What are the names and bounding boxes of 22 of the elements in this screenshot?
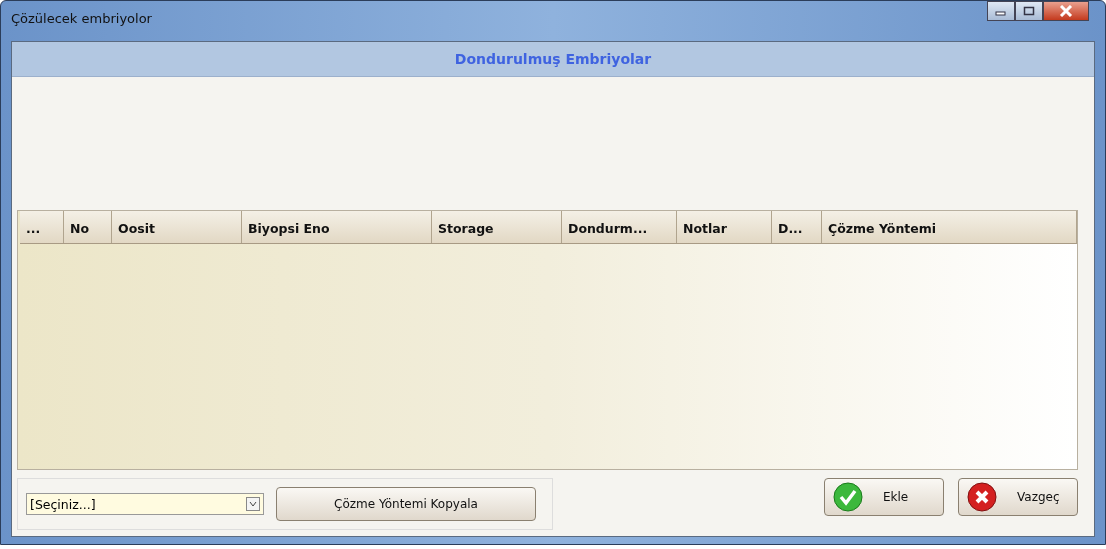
column-header[interactable]: Çözme Yöntemi [822,211,1077,243]
copy-method-button[interactable]: Çözme Yöntemi Kopyala [276,487,536,521]
column-header[interactable]: Notlar [677,211,772,243]
close-icon [1059,5,1073,17]
column-header[interactable]: Oosit [112,211,242,243]
section-title: Dondurulmuş Embriyolar [454,51,652,67]
maximize-button[interactable] [1015,1,1043,21]
error-icon [967,482,997,512]
maximize-icon [1023,6,1035,16]
add-button[interactable]: Ekle [824,478,944,516]
close-button[interactable] [1043,1,1089,21]
window-title: Çözülecek embriyolor [11,11,152,26]
column-header[interactable]: No [64,211,112,243]
column-header[interactable]: ... [20,211,64,243]
checkmark-icon [833,482,863,512]
minimize-button[interactable] [987,1,1015,21]
column-header[interactable]: Storage [432,211,562,243]
method-dropdown[interactable]: [Seçiniz...] [26,493,264,515]
column-header[interactable]: Biyopsi Eno [242,211,432,243]
column-header[interactable]: D... [772,211,822,243]
column-header[interactable]: Dondurm... [562,211,677,243]
cancel-button[interactable]: Vazgeç [958,478,1078,516]
